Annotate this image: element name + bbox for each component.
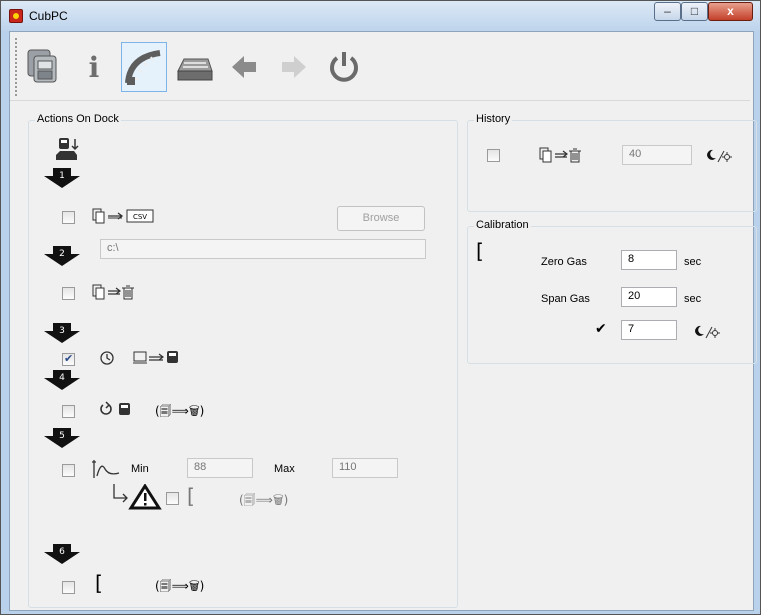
step-6-checkbox[interactable] [62,581,75,594]
back-button[interactable] [221,42,267,92]
actions-on-dock-label: Actions On Dock [35,113,121,125]
printer-icon [177,58,213,81]
minimize-button[interactable]: – [654,2,681,21]
info-button[interactable]: i [71,42,117,92]
max-label: Max [274,463,295,475]
printer-button[interactable] [171,42,217,92]
gauge-icon [125,50,161,85]
actions-on-dock-group: Actions On Dock 1 CSV Browse 2 c:\ 3 ✔ 4… [28,113,458,608]
zero-gas-label: Zero Gas [541,256,587,268]
range-bracket-icon: [ [187,484,195,508]
reset-device-icon [100,401,130,415]
range-chart-icon [92,460,120,478]
out-of-range-warning-icon [113,484,162,510]
app-logo-icon [9,9,23,23]
step-4-number: 4 [59,373,65,383]
history-group: History 40 [467,113,757,212]
pc-to-device-icon [133,351,178,364]
export-path-input[interactable]: c:\ [100,239,426,259]
step-6-copy-delete-note: (🗐⟹🗑) [155,579,205,593]
power-button[interactable] [321,42,367,92]
step-5-badge: 5 [44,428,80,448]
step-4-badge: 4 [44,370,80,390]
delete-after-copy-checkbox[interactable] [62,287,75,300]
step-1-number: 1 [59,171,65,181]
history-copy-delete-icon [539,147,581,163]
step-6-number: 6 [59,547,65,557]
maximize-button[interactable]: □ [681,2,708,21]
history-days-input[interactable]: 40 [622,145,692,165]
close-button[interactable]: x [708,2,753,21]
calibration-bracket-icon: [ [476,239,484,263]
export-csv-checkbox[interactable] [62,211,75,224]
step-6-bracket-icon: [ [95,571,103,595]
dock-device-icon [56,138,79,160]
out-of-range-checkbox[interactable] [166,492,179,505]
step-5-number: 5 [59,431,65,441]
power-icon [330,52,358,82]
step-2-number: 2 [59,249,65,259]
copy-then-delete-icon [92,284,134,300]
history-delete-checkbox[interactable] [487,149,500,162]
max-value-input[interactable]: 110 [332,458,398,478]
min-value-input[interactable]: 88 [187,458,253,478]
calibration-label: Calibration [474,219,531,231]
info-icon: i [88,50,100,84]
step-6-badge: 6 [44,544,80,564]
sync-clock-checkbox[interactable] [62,352,75,366]
check-icon: ✔ [595,321,607,337]
day-night-icon [707,149,732,163]
history-label: History [474,113,513,125]
csv-label: CSV [133,213,147,221]
browse-button[interactable]: Browse [337,206,425,231]
calibration-day-night-icon [695,325,720,339]
app-window: CubPC – □ x i Actions On Dock 1 CSV Brow… [0,0,761,615]
reset-device-checkbox[interactable] [62,405,75,418]
min-label: Min [131,463,149,475]
devices-button[interactable] [21,42,67,92]
range-check-checkbox[interactable] [62,464,75,477]
step-1-badge: 1 [44,168,80,188]
zero-gas-unit: sec [684,256,702,268]
client-area: i Actions On Dock 1 CSV Browse 2 c:\ 3 ✔… [9,31,757,611]
window-title: CubPC [29,9,68,23]
step-2-badge: 2 [44,246,80,266]
clock-icon [100,351,114,365]
export-to-csv-icon: CSV [92,208,154,224]
span-gas-unit: sec [684,293,702,305]
span-gas-label: Span Gas [541,293,590,305]
step-3-number: 3 [59,326,65,336]
toolbar: i [15,38,405,96]
step-5-copy-delete-note: (🗐⟹🗑) [239,493,289,507]
forward-arrow-icon [282,56,306,78]
gauge-button[interactable] [121,42,167,92]
devices-icon [27,49,57,83]
back-arrow-icon [232,56,256,78]
forward-button[interactable] [271,42,317,92]
toolbar-divider [10,100,750,101]
title-bar[interactable]: CubPC – □ x [1,1,760,31]
span-gas-input[interactable]: 20 [621,287,677,307]
step-4-copy-delete-note: (🗐⟹🗑) [155,404,205,418]
calibration-group: Calibration [ Zero Gas 8 sec Span Gas 20… [467,219,757,364]
step-3-badge: 3 [44,323,80,343]
zero-gas-input[interactable]: 8 [621,250,677,270]
calibration-interval-input[interactable]: 7 [621,320,677,340]
